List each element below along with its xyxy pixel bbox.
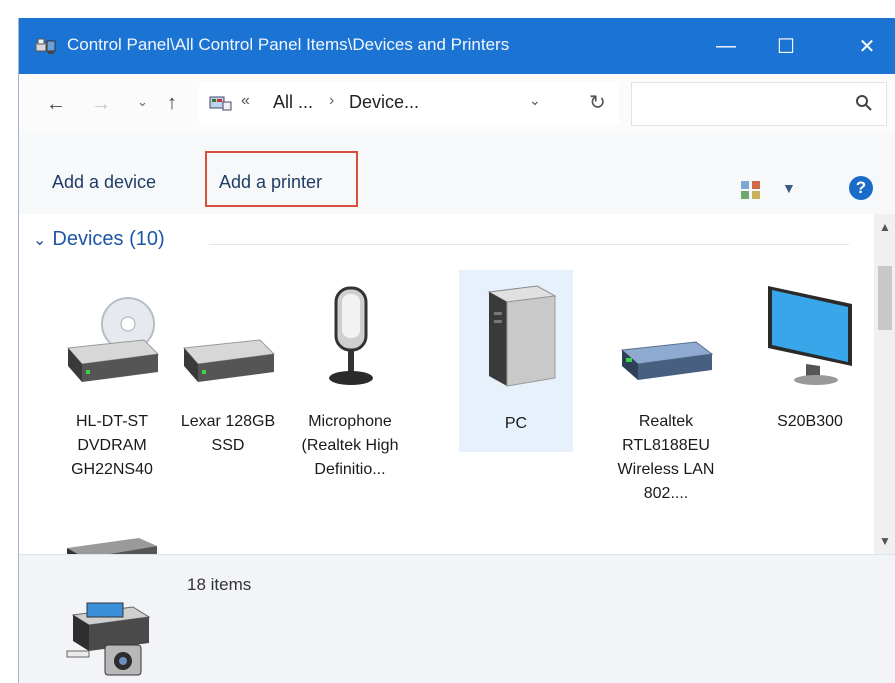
add-device-button[interactable]: Add a device xyxy=(52,172,156,193)
device-label: Microphone (Realtek High Definitio... xyxy=(301,413,399,478)
back-arrow-icon[interactable]: ← xyxy=(46,94,66,114)
add-printer-button[interactable]: Add a printer xyxy=(219,172,322,193)
device-label: Lexar 128GB SSD xyxy=(180,413,276,454)
breadcrumb-overflow-icon[interactable]: « xyxy=(241,92,250,110)
device-label: Realtek RTL8188EU Wireless LAN 802.... xyxy=(617,413,715,502)
device-item[interactable]: HL-DT-ST DVDRAM GH22NS40 xyxy=(51,282,173,512)
minimize-button[interactable]: — xyxy=(696,18,756,74)
optical-drive-icon xyxy=(66,297,160,382)
microphone-icon xyxy=(329,286,373,385)
refresh-icon[interactable]: ↻ xyxy=(589,90,606,115)
devices-printers-large-icon xyxy=(66,602,151,676)
command-bar: Add a device Add a printer ▼ ? xyxy=(19,134,895,214)
vertical-scrollbar[interactable]: ▲ ▼ xyxy=(874,214,895,554)
title-bar[interactable]: Control Panel\All Control Panel Items\De… xyxy=(19,18,895,74)
scroll-down-icon[interactable]: ▼ xyxy=(879,534,891,548)
address-field[interactable]: « All ... › Device... ⌄ ↻ xyxy=(199,82,619,124)
devices-group-title: Devices (10) xyxy=(52,228,165,250)
device-item[interactable]: PC xyxy=(459,270,573,452)
device-label: HL-DT-ST DVDRAM GH22NS40 xyxy=(71,413,153,478)
scroll-up-icon[interactable]: ▲ xyxy=(879,220,891,234)
group-divider xyxy=(209,244,849,245)
search-input[interactable] xyxy=(631,82,887,126)
collapse-chevron-icon[interactable]: ⌄ xyxy=(33,230,46,250)
devices-printers-icon xyxy=(35,38,56,54)
scroll-thumb[interactable] xyxy=(878,266,892,330)
view-dropdown-icon[interactable]: ▼ xyxy=(782,180,796,196)
window-title: Control Panel\All Control Panel Items\De… xyxy=(67,35,510,54)
drive-icon xyxy=(182,339,276,382)
forward-arrow-icon[interactable]: → xyxy=(91,94,111,114)
up-arrow-icon[interactable]: ↑ xyxy=(167,92,177,115)
recent-locations-chevron-icon[interactable]: ⌄ xyxy=(137,94,148,110)
address-dropdown-icon[interactable]: ⌄ xyxy=(529,92,541,109)
monitor-icon xyxy=(768,286,852,385)
search-icon[interactable] xyxy=(854,93,874,113)
breadcrumb-separator-icon[interactable]: › xyxy=(329,92,334,110)
network-adapter-icon xyxy=(620,341,714,380)
device-item[interactable]: S20B300 xyxy=(749,282,871,512)
maximize-button[interactable]: ☐ xyxy=(756,18,816,74)
device-label: PC xyxy=(504,415,528,432)
details-pane: 18 items xyxy=(19,554,895,683)
item-count: 18 items xyxy=(187,575,252,594)
printer-icon xyxy=(67,538,157,554)
change-view-icon[interactable] xyxy=(740,180,762,200)
help-icon[interactable]: ? xyxy=(849,176,873,200)
breadcrumb-devices[interactable]: Device... xyxy=(349,92,419,113)
navigation-bar: ← → ⌄ ↑ « All ... › Device... ⌄ ↻ xyxy=(19,74,895,134)
close-button[interactable]: ✕ xyxy=(837,18,895,74)
control-panel-icon xyxy=(209,96,232,111)
devices-and-printers-window: Control Panel\All Control Panel Items\De… xyxy=(18,18,895,683)
computer-tower-icon xyxy=(487,285,557,387)
device-item[interactable]: Lexar 128GB SSD xyxy=(167,282,289,512)
breadcrumb-all-items[interactable]: All ... xyxy=(273,92,313,113)
device-item[interactable]: Microphone (Realtek High Definitio... xyxy=(289,282,411,512)
device-item[interactable]: Realtek RTL8188EU Wireless LAN 802.... xyxy=(605,282,727,512)
devices-group-header[interactable]: ⌄ Devices (10) xyxy=(33,228,165,251)
devices-content-pane: ⌄ Devices (10) HL-DT-ST DVDRAM GH22NS40 xyxy=(19,214,874,554)
device-label: S20B300 xyxy=(777,413,843,430)
